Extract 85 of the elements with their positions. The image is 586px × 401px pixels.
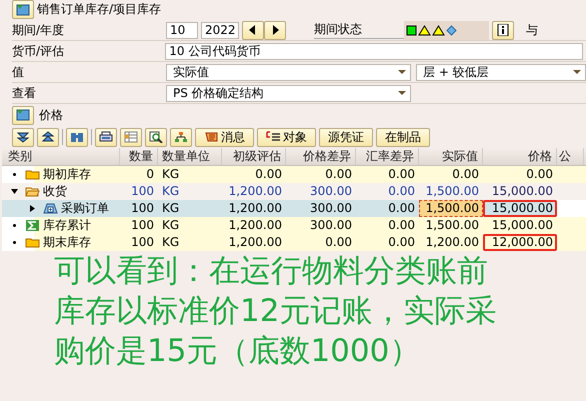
scroll-icon: [204, 131, 220, 143]
info-icon: [496, 24, 510, 36]
annotation-text: 可以看到：在运行物料分类账前库存以标准价12元记账，实际采购价是15元（底数1000）: [54, 252, 498, 371]
column-header[interactable]: 价格差异: [286, 148, 356, 165]
bullet-icon: [11, 239, 18, 246]
column-header[interactable]: 类别: [2, 148, 120, 165]
year-field[interactable]: 2022: [201, 22, 239, 38]
collapse-all-icon: [41, 131, 55, 143]
bullet-icon: [11, 171, 18, 178]
table-cell-text: 15,000.00: [490, 183, 554, 200]
hierarchy-icon: [174, 131, 188, 143]
field-label: 值: [12, 64, 25, 80]
table-cell-text: 300.00: [309, 183, 353, 200]
folder-icon: [25, 236, 40, 249]
expanded-arrow-icon[interactable]: [11, 188, 18, 195]
open-folder-icon: [25, 185, 40, 198]
magnifier-icon: [149, 131, 163, 143]
table-row[interactable]: 库存累计 100 KG 1,200.00 300.00 0.00 1,500.00 15,000.00: [2, 217, 586, 234]
triangle-icon: [418, 24, 431, 36]
info-button[interactable]: [492, 20, 514, 40]
table-cell-text: 0.00: [387, 183, 416, 200]
window-icon: [16, 109, 30, 121]
screen-title: 销售订单库存/项目库存: [37, 1, 162, 18]
dropdown[interactable]: 层 + 较低层: [416, 64, 586, 80]
square-icon: [406, 24, 417, 36]
column-header[interactable]: 数量单位: [158, 148, 222, 165]
document-icon: [43, 202, 58, 215]
next-button[interactable]: [264, 20, 286, 40]
table-row[interactable]: 期末库存 100 KG 1,200.00 0.00 0.00 1,200.00 12,000.00: [2, 234, 586, 251]
toolbar-button[interactable]: 对象: [257, 128, 316, 146]
table-cell: 15,000.00: [483, 200, 557, 217]
table-cell-text: 100: [130, 183, 155, 200]
list-icon: [266, 131, 282, 143]
dropdown[interactable]: 实际值: [166, 64, 411, 80]
period-field[interactable]: 10: [166, 22, 198, 38]
layout-button[interactable]: [12, 0, 34, 19]
printer-icon: [99, 131, 113, 143]
column-header[interactable]: 公: [557, 148, 584, 165]
table-row[interactable]: 期初库存 0 KG 0.00 0.00 0.00 0.00 0.00: [2, 166, 586, 183]
table-cell: 100: [120, 200, 158, 217]
table-cell: 0.00: [356, 200, 419, 217]
window-icon: [16, 4, 30, 16]
hierarchy-button[interactable]: [170, 128, 192, 146]
field-label: 与: [526, 22, 538, 38]
toolbar-button[interactable]: 在制品: [376, 128, 430, 146]
toolbar-button[interactable]: 消息: [195, 128, 254, 146]
table-icon: [124, 131, 138, 143]
table-cell-text: 1,200.00: [228, 183, 283, 200]
field-label: 查看: [12, 84, 37, 102]
collapsed-arrow-icon[interactable]: [29, 205, 36, 212]
field-label: 货币/评估: [12, 42, 66, 60]
bullet-icon: [11, 222, 18, 229]
printer-button[interactable]: [95, 128, 117, 146]
section-title: 价格: [39, 106, 63, 124]
layout-button[interactable]: [12, 106, 34, 124]
column-header[interactable]: 初级评估: [222, 148, 286, 165]
toolbar-button[interactable]: 源凭证: [319, 128, 373, 146]
folder-icon: [25, 168, 40, 181]
table-cell: 1,200.00: [222, 200, 286, 217]
expand-all-button[interactable]: [12, 128, 34, 146]
currency-field[interactable]: 10 公司代码货币: [165, 42, 583, 60]
magnifier-button[interactable]: [145, 128, 167, 146]
table-cell-text: KG: [161, 183, 180, 200]
table-cell: KG: [158, 200, 222, 217]
table-row[interactable]: 采购订单 100 KG 1,200.00 300.00 0.00 1,500.00 15,000.00: [2, 200, 586, 217]
expand-all-icon: [16, 131, 30, 143]
dropdown[interactable]: PS 价格确定结构: [166, 84, 411, 102]
table-row[interactable]: 收货 100 KG 1,200.00 300.00 0.00 1,500.00 15,000.00: [2, 183, 586, 200]
triangle-icon: [432, 24, 445, 36]
column-header[interactable]: 实际值: [419, 148, 483, 165]
binoculars-button[interactable]: [66, 128, 88, 146]
table-cell-text: 1,500.00: [424, 183, 480, 200]
collapse-all-button[interactable]: [37, 128, 59, 146]
sigma-icon: [25, 219, 40, 232]
column-header[interactable]: 价格: [483, 148, 557, 165]
column-header[interactable]: 数量: [120, 148, 158, 165]
table-cell: 1,500.00: [419, 200, 483, 217]
field-label: 期间/年度: [12, 22, 66, 38]
table-cell: 300.00: [286, 200, 356, 217]
diamond-icon: [446, 24, 457, 36]
previous-button[interactable]: [242, 20, 264, 40]
column-header[interactable]: 汇率差异: [356, 148, 419, 165]
row-label: 采购订单: [61, 200, 109, 217]
row-label: 收货: [43, 183, 67, 200]
table-cell: 12,000.00: [483, 234, 557, 251]
